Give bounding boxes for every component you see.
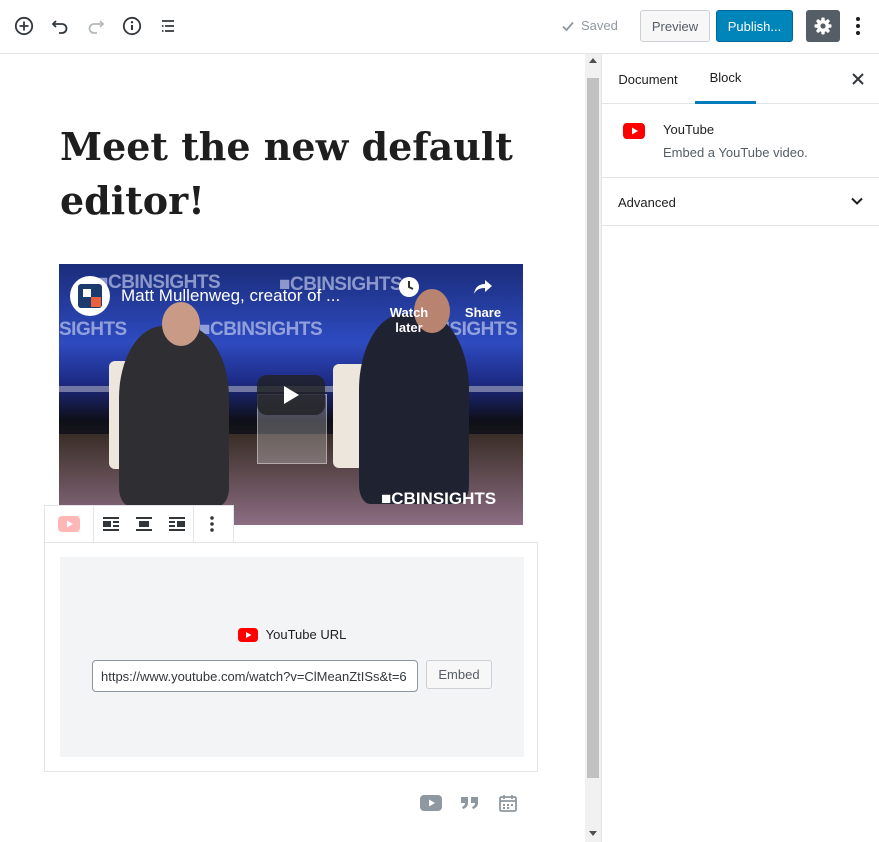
sidebar-tabs: Document Block <box>602 54 879 104</box>
align-left-button[interactable] <box>94 506 127 542</box>
head <box>162 302 200 346</box>
align-center-icon <box>135 517 152 531</box>
chevron-down-icon <box>850 194 864 213</box>
scroll-thumb[interactable] <box>587 78 599 778</box>
youtube-icon <box>237 627 258 642</box>
tab-document[interactable]: Document <box>602 54 694 104</box>
undo-icon[interactable] <box>48 14 72 38</box>
tab-block[interactable]: Block <box>695 54 756 104</box>
calendar-icon <box>499 795 517 812</box>
share-icon <box>474 280 492 294</box>
watch-later-label: Watch later <box>389 305 429 335</box>
embed-label: YouTube URL <box>60 627 524 642</box>
channel-logo <box>70 276 110 316</box>
scroll-up-arrow[interactable] <box>589 58 597 63</box>
block-card: YouTube Embed a YouTube video. <box>602 104 879 178</box>
preview-button[interactable]: Preview <box>640 10 710 42</box>
advanced-panel-toggle[interactable]: Advanced <box>602 178 879 226</box>
close-sidebar-button[interactable] <box>850 71 866 87</box>
block-toolbar <box>44 505 234 543</box>
close-icon <box>852 73 864 85</box>
align-center-button[interactable] <box>127 506 160 542</box>
embed-label-text: YouTube URL <box>265 627 347 642</box>
watermark: SIGHTS <box>59 319 127 340</box>
settings-button[interactable] <box>806 10 840 42</box>
publish-button[interactable]: Publish... <box>716 10 793 42</box>
align-left-icon <box>102 517 119 531</box>
scroll-down-arrow[interactable] <box>589 831 597 836</box>
info-icon[interactable] <box>120 14 144 38</box>
watch-later-button[interactable]: Watch later <box>379 276 439 335</box>
settings-sidebar: Document Block YouTube Embed a YouTube v… <box>601 54 879 842</box>
youtube-icon <box>623 123 645 144</box>
watermark: ■CBINSIGHTS <box>199 319 323 340</box>
align-right-icon <box>168 517 185 531</box>
speaker <box>359 314 469 504</box>
play-icon <box>284 386 299 404</box>
embed-button[interactable]: Embed <box>426 660 492 689</box>
video-title[interactable]: Matt Mullenweg, creator of ... <box>121 286 340 306</box>
more-menu-button[interactable] <box>848 14 868 38</box>
quick-inserters <box>420 793 518 818</box>
youtube-url-input[interactable] <box>92 660 418 692</box>
editor-scrollbar[interactable] <box>585 54 601 842</box>
gear-icon <box>814 17 832 35</box>
youtube-embed-block: YouTube URL Embed <box>44 542 538 772</box>
saved-status: Saved <box>561 18 618 33</box>
more-vertical-icon <box>210 516 214 532</box>
outline-icon[interactable] <box>156 14 180 38</box>
block-description: Embed a YouTube video. <box>663 145 808 160</box>
youtube-icon <box>420 795 442 811</box>
brand-watermark: ■CBINSIGHTS <box>381 489 497 508</box>
play-button[interactable] <box>257 375 325 415</box>
block-type-switcher[interactable] <box>45 506 93 542</box>
youtube-video-preview[interactable]: SIGHTS ■CBINSIGHTS ■CBINSIGHTS ■CBINSIGH… <box>59 264 523 525</box>
post-title[interactable]: Meet the new default editor! <box>60 120 530 228</box>
editor-header: Saved Preview Publish... <box>0 0 879 54</box>
saved-label: Saved <box>581 18 618 33</box>
clock-icon <box>399 277 419 297</box>
embed-placeholder: YouTube URL Embed <box>60 557 524 757</box>
insert-quote-button[interactable] <box>460 795 480 816</box>
more-vertical-icon <box>856 17 860 35</box>
youtube-icon <box>58 516 80 532</box>
share-button[interactable]: Share <box>453 276 513 320</box>
block-name: YouTube <box>663 122 715 137</box>
speaker <box>119 326 229 506</box>
redo-icon[interactable] <box>84 14 108 38</box>
share-label: Share <box>464 305 502 320</box>
check-icon <box>562 21 574 31</box>
editor-canvas: Meet the new default editor! SIGHTS ■CBI… <box>0 54 585 842</box>
block-more-options[interactable] <box>194 506 230 542</box>
insert-youtube-button[interactable] <box>420 795 442 816</box>
quote-icon <box>461 797 478 809</box>
insert-calendar-button[interactable] <box>498 793 518 818</box>
add-block-icon[interactable] <box>12 14 36 38</box>
align-right-button[interactable] <box>160 506 193 542</box>
advanced-panel-label: Advanced <box>618 195 676 210</box>
